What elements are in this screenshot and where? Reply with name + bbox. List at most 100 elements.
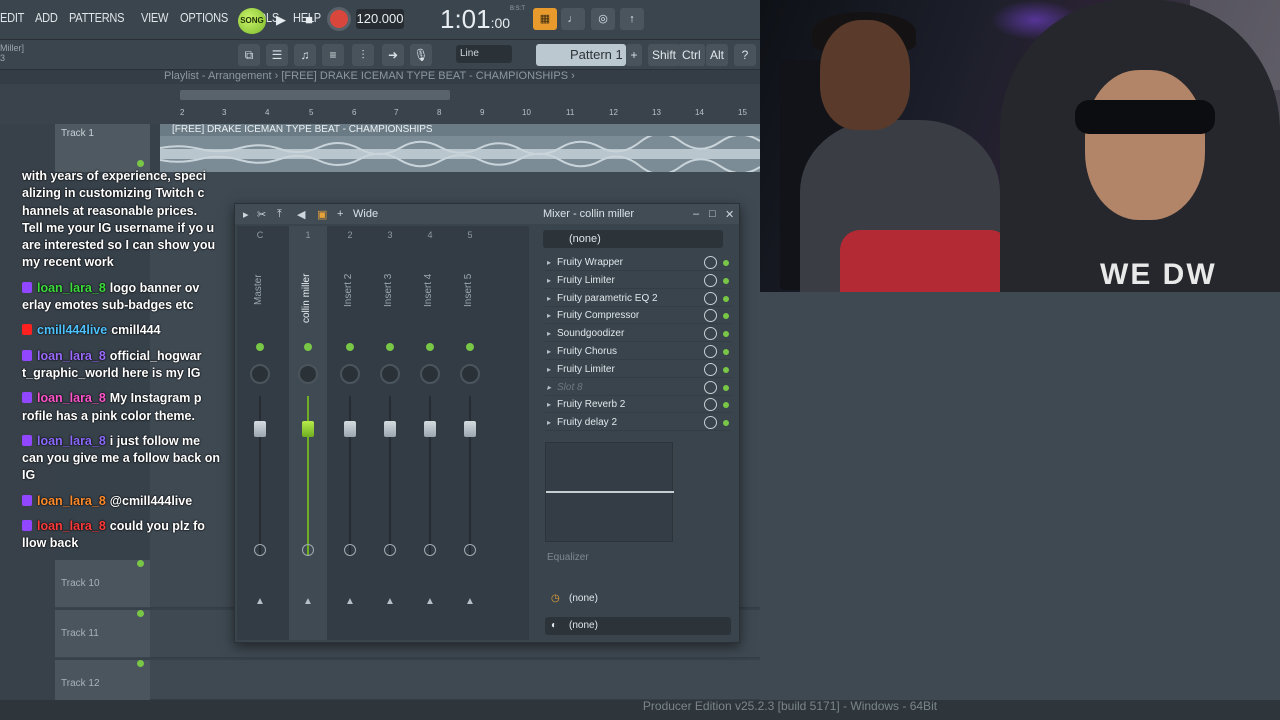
volume-fader[interactable] xyxy=(424,421,436,437)
expand-arrow-icon[interactable]: ▸ xyxy=(547,325,551,342)
menu-options[interactable]: OPTIONS xyxy=(180,10,228,25)
add-pattern-icon[interactable]: + xyxy=(626,44,642,66)
fx-preset-select[interactable]: (none) xyxy=(543,230,723,248)
piano-roll-icon[interactable]: ♫ xyxy=(294,44,316,66)
route-icon[interactable] xyxy=(302,544,314,556)
route-icon[interactable] xyxy=(384,544,396,556)
volume-fader[interactable] xyxy=(254,421,266,437)
strip-enable-led[interactable] xyxy=(256,343,264,351)
mix-knob[interactable] xyxy=(704,398,717,412)
expand-arrow-icon[interactable]: ▸ xyxy=(547,379,551,396)
mix-knob[interactable] xyxy=(704,273,717,287)
slot-enable-led[interactable] xyxy=(723,384,729,391)
mix-knob[interactable] xyxy=(704,362,717,376)
expand-arrow-icon[interactable]: ▸ xyxy=(547,414,551,431)
wait-input-icon[interactable]: ◎ xyxy=(591,8,615,30)
expand-arrow-icon[interactable]: ▸ xyxy=(547,343,551,360)
send-arrow-icon[interactable]: ▲ xyxy=(385,596,395,607)
pan-knob[interactable] xyxy=(420,364,440,384)
fx-slot[interactable]: ▸ Soundgoodizer xyxy=(545,325,731,343)
ctrl-key-button[interactable]: Ctrl xyxy=(678,44,705,66)
pan-knob[interactable] xyxy=(250,364,270,384)
slot-enable-led[interactable] xyxy=(723,260,729,266)
channel-rack-icon[interactable]: ☰ xyxy=(266,44,288,66)
playlist-hscrollbar[interactable] xyxy=(180,90,450,100)
fx-slot[interactable]: ▸ Slot 8 xyxy=(545,379,731,396)
mixer-strip-insert[interactable]: 4 Insert 4 ▲ xyxy=(411,226,449,640)
menu-add[interactable]: ADD xyxy=(35,10,58,25)
strip-enable-led[interactable] xyxy=(426,343,434,351)
route-icon[interactable] xyxy=(344,544,356,556)
track-lane[interactable] xyxy=(150,660,760,700)
record-button[interactable] xyxy=(330,10,348,28)
fx-slot[interactable]: ▸ Fruity Chorus xyxy=(545,343,731,360)
send-arrow-icon[interactable]: ▲ xyxy=(425,596,435,607)
strip-enable-led[interactable] xyxy=(304,343,312,351)
audio-clip-waveform[interactable] xyxy=(159,132,761,176)
slot-enable-led[interactable] xyxy=(723,295,729,302)
shift-key-button[interactable]: Shift xyxy=(648,44,681,66)
pan-knob[interactable] xyxy=(340,364,360,384)
slot-enable-led[interactable] xyxy=(723,420,729,427)
track-header-1[interactable]: Track 1 xyxy=(55,124,150,172)
slot-enable-led[interactable] xyxy=(723,331,729,338)
track-header-10[interactable]: Track 10 xyxy=(55,560,150,608)
mixer-export-icon[interactable]: ⤒ xyxy=(277,208,282,221)
strip-enable-led[interactable] xyxy=(346,343,354,351)
mixer-strip-master[interactable]: C Master ▲ xyxy=(241,226,279,640)
play-button[interactable]: ▶ xyxy=(270,9,292,31)
volume-fader[interactable] xyxy=(464,421,476,437)
expand-arrow-icon[interactable]: ▸ xyxy=(547,396,551,413)
volume-fader[interactable] xyxy=(384,421,396,437)
mixer-strip-insert[interactable]: 1 collin miller ▲ xyxy=(289,226,327,640)
output-routing[interactable]: ◐ (none) xyxy=(545,617,731,635)
route-icon[interactable] xyxy=(424,544,436,556)
track-header-11[interactable]: Track 11 xyxy=(55,610,150,658)
fx-slot[interactable]: ▸ Fruity Limiter xyxy=(545,272,731,289)
audio-clip-title[interactable]: [FREE] DRAKE ICEMAN TYPE BEAT - CHAMPION… xyxy=(160,124,760,136)
mixer-add-icon[interactable]: + xyxy=(337,208,343,220)
mixer-titlebar[interactable]: ▸ ✂ ⤒ ◀ ▣ + Wide Mixer - collin miller –… xyxy=(235,204,739,224)
strip-enable-led[interactable] xyxy=(466,343,474,351)
maximize-icon[interactable]: □ xyxy=(709,208,716,220)
menu-view[interactable]: VIEW xyxy=(141,10,168,25)
pan-knob[interactable] xyxy=(298,364,318,384)
slot-enable-led[interactable] xyxy=(723,277,729,284)
help-icon[interactable]: ? xyxy=(734,44,756,66)
song-mode-toggle[interactable]: SONG xyxy=(238,8,266,34)
fx-slot[interactable]: ▸ Fruity Reverb 2 xyxy=(545,396,731,414)
fx-slot[interactable]: ▸ Fruity parametric EQ 2 xyxy=(545,290,731,307)
slot-enable-led[interactable] xyxy=(723,366,729,373)
send-arrow-icon[interactable]: ▲ xyxy=(345,596,355,607)
slot-enable-led[interactable] xyxy=(723,402,729,409)
slot-enable-led[interactable] xyxy=(723,313,729,320)
track-led[interactable] xyxy=(137,660,144,667)
snap-select[interactable]: Line xyxy=(456,45,512,63)
mixer-strip-insert[interactable]: 5 Insert 5 ▲ xyxy=(451,226,489,640)
tempo-display[interactable]: 120.000 xyxy=(356,9,404,29)
mixer-tool-icon[interactable]: ✂ xyxy=(257,208,266,221)
browser-icon[interactable]: ≡ xyxy=(322,44,344,66)
mixer-menu-arrow-icon[interactable]: ▸ xyxy=(243,208,249,221)
countdown-icon[interactable]: ↑ xyxy=(620,8,644,30)
mix-knob[interactable] xyxy=(704,256,717,269)
minimize-icon[interactable]: – xyxy=(693,208,699,220)
menu-patterns[interactable]: PATTERNS xyxy=(69,10,125,25)
mix-knob[interactable] xyxy=(704,345,717,358)
fx-slot[interactable]: ▸ Fruity Limiter xyxy=(545,361,731,378)
mix-knob[interactable] xyxy=(704,327,717,341)
mixer-strip-insert[interactable]: 3 Insert 3 ▲ xyxy=(371,226,409,640)
volume-fader[interactable] xyxy=(302,421,314,437)
alt-key-button[interactable]: Alt xyxy=(706,44,729,66)
playlist-empty-area[interactable] xyxy=(760,292,1280,702)
plugin-picker-icon[interactable]: ➜ xyxy=(382,44,404,66)
expand-arrow-icon[interactable]: ▸ xyxy=(547,254,551,271)
strip-enable-led[interactable] xyxy=(386,343,394,351)
mixer-icon[interactable]: ⫶ xyxy=(352,44,374,66)
pan-knob[interactable] xyxy=(460,364,480,384)
expand-arrow-icon[interactable]: ▸ xyxy=(547,307,551,324)
menu-edit[interactable]: EDIT xyxy=(0,10,24,25)
mix-knob[interactable] xyxy=(704,291,717,305)
mix-knob[interactable] xyxy=(704,380,717,394)
mixer-width-mode[interactable]: Wide xyxy=(353,208,378,220)
